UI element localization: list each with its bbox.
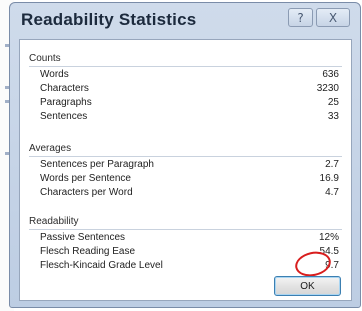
stat-value: 33 [327,111,339,122]
counts-group: Counts Words 636 Characters 3230 Paragra… [29,52,342,124]
stat-row-paragraphs: Paragraphs 25 [29,96,342,110]
help-button[interactable]: ? [288,8,313,27]
readability-statistics-dialog: Readability Statistics ? X Counts Words … [9,2,361,308]
readability-group: Readability Passive Sentences 12% Flesch… [29,215,342,273]
dialog-titlebar[interactable]: Readability Statistics ? X [10,3,360,37]
stat-label: Sentences [40,111,88,122]
averages-header: Averages [29,142,342,157]
stat-row-characters: Characters 3230 [29,82,342,96]
stat-value: 636 [322,69,339,80]
stat-row-sentences: Sentences 33 [29,110,342,124]
screen: Readability Statistics ? X Counts Words … [0,0,362,311]
stat-label: Passive Sentences [40,232,126,243]
stat-value: 54.5 [319,246,339,257]
stat-value: 12% [318,232,339,243]
stat-value: 4.7 [325,187,339,198]
stat-row-sentences-per-paragraph: Sentences per Paragraph 2.7 [29,158,342,172]
stat-label: Paragraphs [40,97,92,108]
stat-value: 16.9 [319,173,339,184]
stat-label: Characters per Word [40,187,133,198]
stat-row-words: Words 636 [29,68,342,82]
stat-label: Sentences per Paragraph [40,159,154,170]
stat-value: 2.7 [325,159,339,170]
close-icon: X [328,10,338,25]
question-mark-icon: ? [297,10,304,25]
averages-group: Averages Sentences per Paragraph 2.7 Wor… [29,142,342,200]
stat-row-flesch-reading-ease: Flesch Reading Ease 54.5 [29,245,342,259]
close-button[interactable]: X [316,8,350,27]
stat-row-passive-sentences: Passive Sentences 12% [29,231,342,245]
stat-label: Characters [40,83,89,94]
stat-row-characters-per-word: Characters per Word 4.7 [29,186,342,200]
stat-row-flesch-kincaid-grade-level: Flesch-Kincaid Grade Level 9.7 [29,259,342,273]
counts-header: Counts [29,52,342,67]
statistics-panel: Counts Words 636 Characters 3230 Paragra… [19,39,352,301]
stat-value: 25 [327,97,339,108]
stat-label: Flesch Reading Ease [40,246,136,257]
stat-value: 3230 [316,83,339,94]
stat-label: Flesch-Kincaid Grade Level [40,260,163,271]
stat-label: Words per Sentence [40,173,131,184]
dialog-title: Readability Statistics [21,10,197,29]
ok-button[interactable]: OK [274,276,341,296]
stat-label: Words [40,69,69,80]
stat-value: 9.7 [325,260,339,271]
stat-row-words-per-sentence: Words per Sentence 16.9 [29,172,342,186]
readability-header: Readability [29,215,342,230]
